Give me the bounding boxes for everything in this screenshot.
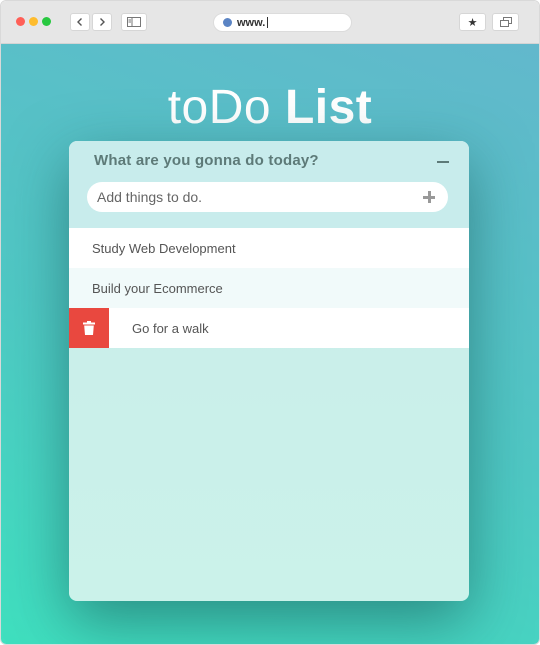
globe-icon xyxy=(223,18,232,27)
maximize-window-button[interactable] xyxy=(42,17,51,26)
page-viewport: toDo List What are you gonna do today? S… xyxy=(1,44,539,644)
minimize-window-button[interactable] xyxy=(29,17,38,26)
star-icon: ★ xyxy=(467,16,478,29)
collapse-minus-icon[interactable] xyxy=(437,161,449,163)
browser-window: www. ★ toDo List What are you gonna do t… xyxy=(0,0,540,645)
url-text: www. xyxy=(237,16,266,29)
forward-button[interactable] xyxy=(92,13,112,31)
back-button[interactable] xyxy=(70,13,90,31)
todo-item[interactable]: Go for a walk xyxy=(69,308,469,348)
todo-card: What are you gonna do today? Study Web D… xyxy=(69,141,469,601)
todo-label: Build your Ecommerce xyxy=(92,280,223,296)
card-header: What are you gonna do today? xyxy=(69,141,469,228)
tabs-icon xyxy=(499,17,512,27)
add-plus-icon[interactable] xyxy=(423,191,435,203)
todo-item[interactable]: Build your Ecommerce xyxy=(69,268,469,308)
chevron-left-icon xyxy=(77,18,82,26)
todo-item[interactable]: Study Web Development xyxy=(69,228,469,268)
card-question: What are you gonna do today? xyxy=(94,152,319,169)
page-title: toDo List xyxy=(1,80,539,135)
trash-icon xyxy=(83,321,95,335)
address-bar[interactable]: www. xyxy=(213,13,352,32)
bookmark-button[interactable]: ★ xyxy=(459,13,486,31)
todo-list: Study Web Development Build your Ecommer… xyxy=(69,228,469,348)
add-todo-input[interactable] xyxy=(87,182,448,212)
text-caret xyxy=(267,17,269,28)
chevron-right-icon xyxy=(100,18,105,26)
browser-toolbar: www. ★ xyxy=(1,1,539,44)
sidebar-icon xyxy=(127,17,141,27)
todo-label: Study Web Development xyxy=(92,240,236,256)
delete-button[interactable] xyxy=(69,308,109,348)
title-light: toDo xyxy=(167,81,272,134)
todo-label: Go for a walk xyxy=(132,320,209,336)
tabs-button[interactable] xyxy=(492,13,519,31)
title-bold: List xyxy=(284,81,373,134)
sidebar-toggle-button[interactable] xyxy=(121,13,147,31)
close-window-button[interactable] xyxy=(16,17,25,26)
